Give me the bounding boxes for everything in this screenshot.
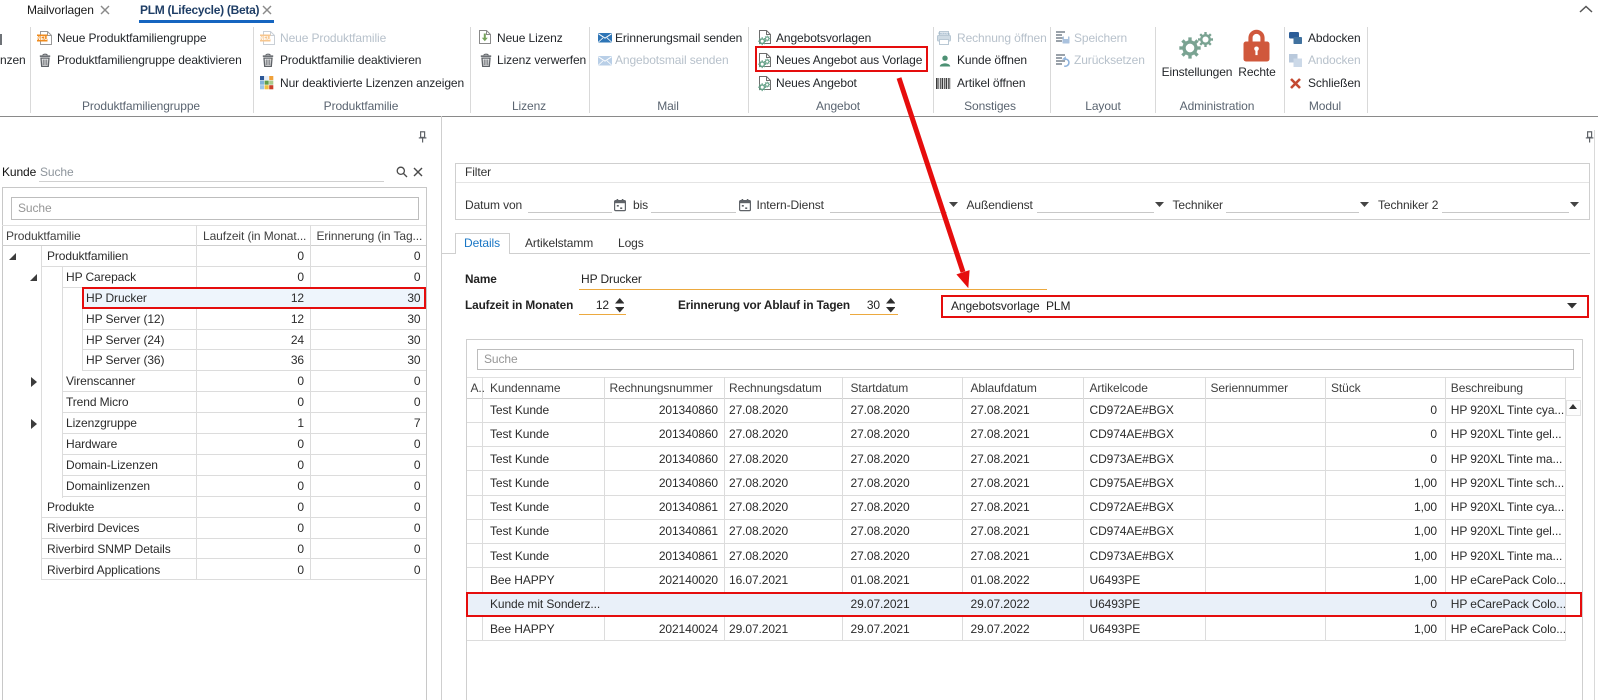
svg-text:NEU: NEU: [260, 35, 271, 41]
svg-text:Rechnung: Rechnung: [938, 31, 950, 35]
svg-text:NEU: NEU: [37, 35, 48, 41]
